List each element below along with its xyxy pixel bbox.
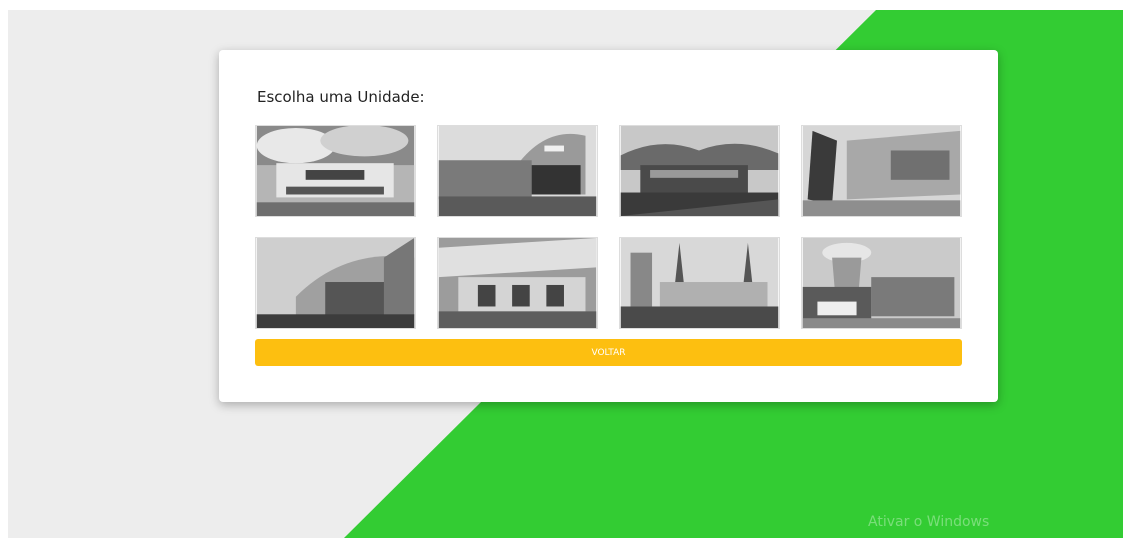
unit-option-7[interactable] — [619, 237, 780, 329]
unit-option-4[interactable] — [801, 125, 962, 217]
unit-option-2[interactable] — [437, 125, 598, 217]
campus-building-photo-icon — [802, 238, 961, 328]
unit-option-1[interactable] — [255, 125, 416, 217]
unit-option-3[interactable] — [619, 125, 780, 217]
campus-building-photo-icon — [620, 126, 779, 216]
windows-activation-watermark: Ativar o Windows — [868, 514, 990, 530]
campus-building-photo-icon — [256, 238, 415, 328]
page-background: Escolha uma Unidade: VOLTAR — [8, 10, 1123, 538]
unit-option-6[interactable] — [437, 237, 598, 329]
back-button[interactable]: VOLTAR — [255, 339, 962, 366]
campus-building-photo-icon — [438, 126, 597, 216]
campus-building-photo-icon — [256, 126, 415, 216]
unit-grid — [255, 125, 962, 329]
unit-option-8[interactable] — [801, 237, 962, 329]
campus-building-photo-icon — [438, 238, 597, 328]
card-title: Escolha uma Unidade: — [257, 88, 425, 106]
campus-building-photo-icon — [802, 126, 961, 216]
unit-option-5[interactable] — [255, 237, 416, 329]
campus-building-photo-icon — [620, 238, 779, 328]
unit-selection-card: Escolha uma Unidade: VOLTAR — [219, 50, 998, 402]
